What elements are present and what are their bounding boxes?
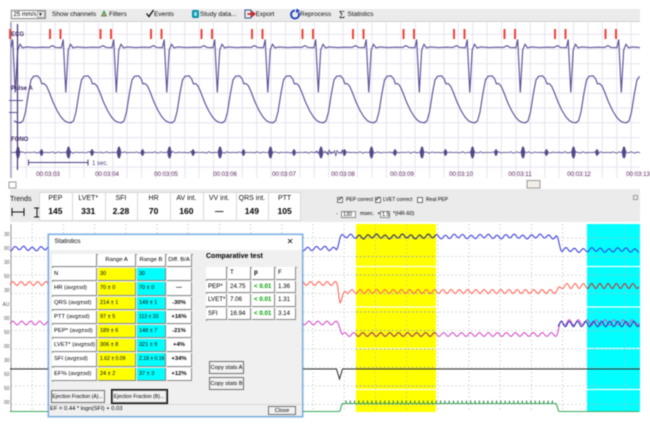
svg-text:00:03:11: 00:03:11 <box>508 171 532 178</box>
svg-text:00:03:09: 00:03:09 <box>390 171 414 178</box>
svg-text:AU: AU <box>3 302 10 308</box>
svg-text:00:03:05: 00:03:05 <box>154 171 178 178</box>
svg-text:00: 00 <box>4 316 10 322</box>
svg-text:FONO: FONO <box>11 137 29 143</box>
svg-text:00:03:08: 00:03:08 <box>331 171 355 178</box>
svg-text:00:03:10: 00:03:10 <box>449 171 473 178</box>
svg-text:00: 00 <box>4 400 10 406</box>
svg-text:ECG: ECG <box>11 32 24 38</box>
svg-text:30: 30 <box>4 358 10 364</box>
svg-text:30: 30 <box>4 260 10 266</box>
svg-text:50: 50 <box>4 274 10 280</box>
svg-text:50: 50 <box>4 330 10 336</box>
svg-text:00: 00 <box>4 344 10 350</box>
svg-text:Σ: Σ <box>339 10 345 21</box>
svg-text:00:03:13: 00:03:13 <box>626 171 650 178</box>
svg-text:00:03:12: 00:03:12 <box>567 171 591 178</box>
svg-text:30: 30 <box>4 232 10 238</box>
svg-text:50: 50 <box>4 372 10 378</box>
svg-text:00: 00 <box>4 246 10 252</box>
svg-text:Pulse A: Pulse A <box>11 86 33 92</box>
svg-text:30: 30 <box>4 288 10 294</box>
svg-text:00:03:07: 00:03:07 <box>272 171 296 178</box>
svg-text:1 sec.: 1 sec. <box>92 161 108 167</box>
svg-text:50: 50 <box>4 386 10 392</box>
svg-text:00:03:06: 00:03:06 <box>213 171 237 178</box>
svg-text:00:03:04: 00:03:04 <box>95 171 119 178</box>
svg-text:00:03:03: 00:03:03 <box>36 171 60 178</box>
